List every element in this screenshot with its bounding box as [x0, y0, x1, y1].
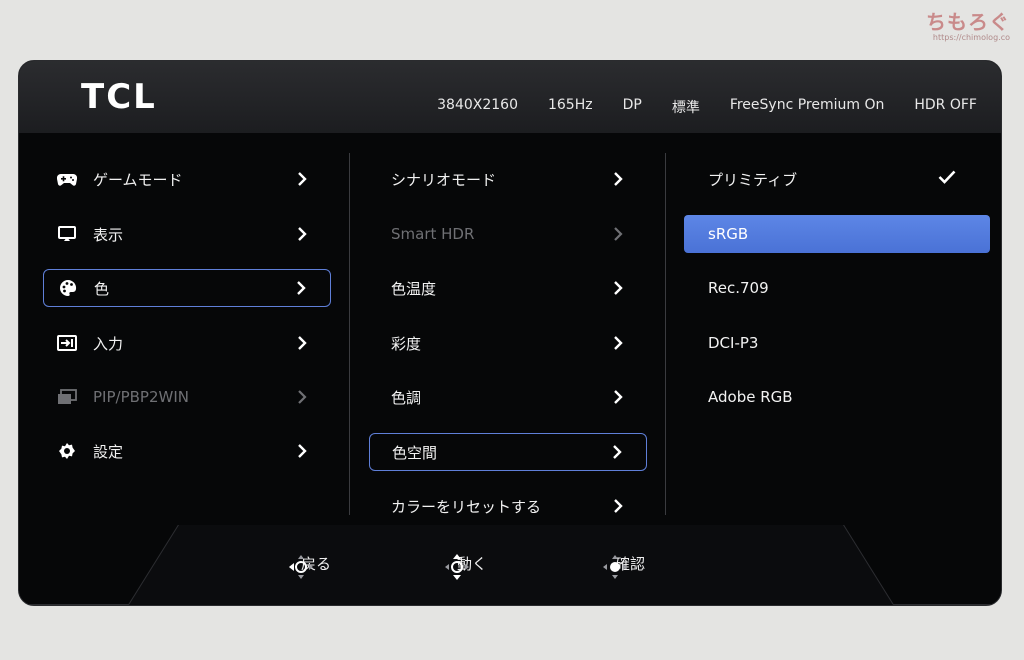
pip-icon	[57, 387, 77, 407]
sub-item-scenario-mode[interactable]: シナリオモード	[369, 160, 647, 198]
chevron-right-icon	[610, 445, 624, 459]
status-bar: 3840X2160 165Hz DP 標準 FreeSync Premium O…	[407, 97, 977, 117]
main-item-input[interactable]: 入力	[43, 324, 331, 362]
option-dci-p3[interactable]: DCI-P3	[684, 324, 990, 362]
sub-item-label: 色温度	[391, 279, 437, 298]
sub-item-color-temperature[interactable]: 色温度	[369, 269, 647, 307]
chevron-right-icon	[295, 390, 309, 404]
option-label: Adobe RGB	[708, 388, 793, 406]
watermark-url: https://chimolog.co	[932, 33, 1010, 42]
main-item-pip[interactable]: PIP/PBP2WIN	[43, 378, 331, 416]
gear-icon	[57, 441, 77, 461]
column-divider	[665, 153, 666, 515]
status-freesync: FreeSync Premium On	[729, 97, 885, 113]
gamepad-icon	[57, 169, 77, 189]
column-divider	[349, 153, 350, 515]
footer-frame	[19, 525, 1001, 605]
sub-item-color-space[interactable]: 色空間	[369, 433, 647, 471]
watermark: ちもろぐ https://chimolog.co	[926, 6, 1010, 42]
chevron-right-icon	[295, 444, 309, 458]
option-label: プリミティブ	[708, 170, 798, 189]
sub-item-label: 彩度	[391, 334, 422, 353]
main-item-label: 色	[94, 279, 110, 298]
sub-item-label: 色空間	[392, 443, 438, 462]
checkmark-icon	[938, 170, 956, 188]
chevron-right-icon	[611, 172, 625, 186]
brand-logo: TCL	[81, 77, 157, 117]
status-resolution: 3840X2160	[437, 97, 518, 113]
sub-item-label: 色調	[391, 388, 422, 407]
option-label: sRGB	[708, 225, 749, 243]
option-label: Rec.709	[708, 279, 769, 297]
osd-footer: 戻る 動く 確認	[19, 525, 1001, 605]
main-item-color[interactable]: 色	[43, 269, 331, 307]
option-primitive[interactable]: プリミティブ	[684, 160, 990, 198]
chevron-right-icon	[611, 390, 625, 404]
chevron-right-icon	[611, 499, 625, 513]
osd-window: TCL 3840X2160 165Hz DP 標準 FreeSync Premi…	[18, 60, 1002, 606]
option-rec709[interactable]: Rec.709	[684, 269, 990, 307]
chevron-right-icon	[295, 227, 309, 241]
sub-item-hue[interactable]: 色調	[369, 378, 647, 416]
option-adobe-rgb[interactable]: Adobe RGB	[684, 378, 990, 416]
chevron-right-icon	[294, 281, 308, 295]
chevron-right-icon	[611, 281, 625, 295]
main-item-label: PIP/PBP2WIN	[93, 388, 189, 406]
display-icon	[57, 224, 77, 244]
status-hdr: HDR OFF	[914, 97, 977, 113]
sub-item-label: カラーをリセットする	[391, 497, 542, 516]
input-icon	[57, 333, 77, 353]
main-item-game-mode[interactable]: ゲームモード	[43, 160, 331, 198]
status-input: DP	[622, 97, 642, 113]
status-mode: 標準	[671, 100, 700, 116]
chevron-right-icon	[295, 172, 309, 186]
main-item-settings[interactable]: 設定	[43, 432, 331, 470]
option-label: DCI-P3	[708, 334, 759, 352]
main-item-label: 設定	[93, 442, 124, 461]
main-item-label: 表示	[93, 225, 124, 244]
chevron-right-icon	[611, 336, 625, 350]
sub-item-smart-hdr[interactable]: Smart HDR	[369, 215, 647, 253]
palette-icon	[58, 278, 78, 298]
status-refresh-rate: 165Hz	[547, 97, 593, 113]
sub-item-label: Smart HDR	[391, 225, 475, 243]
hint-back: 戻る	[287, 553, 331, 579]
hint-move: 動く	[443, 553, 487, 580]
option-srgb[interactable]: sRGB	[684, 215, 990, 253]
main-item-label: 入力	[93, 334, 124, 353]
sub-item-saturation[interactable]: 彩度	[369, 324, 647, 362]
chevron-right-icon	[295, 336, 309, 350]
sub-item-reset-color[interactable]: カラーをリセットする	[369, 487, 647, 525]
chevron-right-icon	[611, 227, 625, 241]
watermark-text: ちもろぐ	[926, 10, 1010, 34]
osd-header: TCL 3840X2160 165Hz DP 標準 FreeSync Premi…	[19, 61, 1001, 133]
sub-item-label: シナリオモード	[391, 170, 497, 189]
hint-confirm: 確認	[601, 553, 645, 579]
main-item-display[interactable]: 表示	[43, 215, 331, 253]
main-item-label: ゲームモード	[93, 170, 183, 189]
